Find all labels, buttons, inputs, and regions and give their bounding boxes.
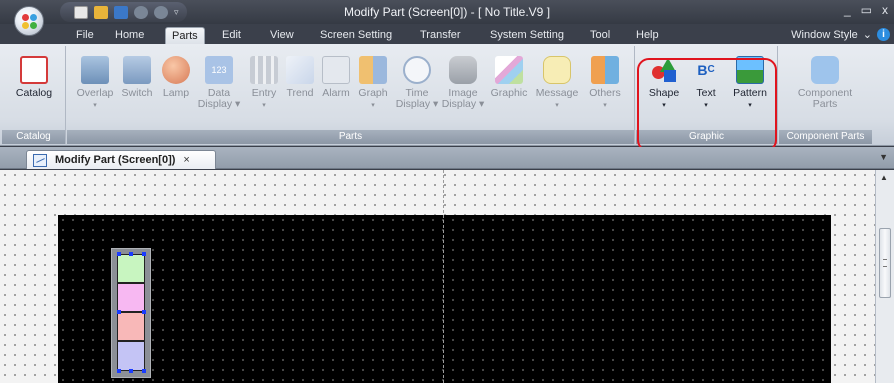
data-display-button[interactable]: 123 Data Display ▾ xyxy=(197,56,241,110)
catalog-button[interactable]: Catalog xyxy=(6,56,62,99)
part-segment-green xyxy=(117,254,145,283)
group-label-component-parts: Component Parts xyxy=(779,130,872,144)
clock-icon xyxy=(403,56,431,84)
resize-handle[interactable] xyxy=(142,252,146,256)
chevron-down-icon: ⌄ xyxy=(862,29,872,41)
tab-screen-setting[interactable]: Screen Setting xyxy=(314,27,398,44)
window-style-label: Window Style xyxy=(791,28,858,41)
overlap-button[interactable]: Overlap ▾ xyxy=(73,56,117,111)
resize-handle[interactable] xyxy=(117,252,121,256)
part-segment-red xyxy=(117,312,145,341)
lamp-button[interactable]: Lamp xyxy=(159,56,193,99)
overlap-icon xyxy=(81,56,109,84)
tab-view[interactable]: View xyxy=(264,27,300,44)
others-button[interactable]: Others ▾ xyxy=(583,56,627,111)
scroll-up-icon[interactable]: ▲ xyxy=(880,173,888,182)
window-title: Modify Part (Screen[0]) - [ No Title.V9 … xyxy=(343,5,551,19)
minimize-button[interactable]: _ xyxy=(844,3,851,17)
group-label-parts: Parts xyxy=(67,130,634,144)
close-button[interactable]: x xyxy=(882,3,888,17)
lamp-icon xyxy=(162,56,190,84)
restore-button[interactable]: ▭ xyxy=(861,3,872,17)
trend-icon xyxy=(286,56,314,84)
tab-overflow-icon[interactable]: ▼ xyxy=(879,152,888,162)
window-controls: _ ▭ x xyxy=(844,3,888,17)
text-icon: BC xyxy=(697,62,715,78)
puzzle-icon xyxy=(811,56,839,84)
text-button[interactable]: BC Text ▾ xyxy=(688,56,724,111)
resize-handle[interactable] xyxy=(117,369,121,373)
catalog-icon xyxy=(20,56,48,84)
graphic-icon xyxy=(495,56,523,84)
ribbon-group-parts: Overlap ▾ Switch Lamp 123 Data Display ▾ E… xyxy=(67,46,635,144)
image-display-button[interactable]: Image Display ▾ xyxy=(441,56,485,110)
tab-home[interactable]: Home xyxy=(109,27,150,44)
application-menu-button[interactable] xyxy=(14,6,44,36)
part-segment-magenta xyxy=(117,283,145,312)
tab-file[interactable]: File xyxy=(70,27,100,44)
title-bar: ▿ Modify Part (Screen[0]) - [ No Title.V… xyxy=(0,0,894,24)
pattern-button[interactable]: Pattern ▾ xyxy=(728,56,772,111)
switch-icon xyxy=(123,56,151,84)
component-parts-button[interactable]: Component Parts xyxy=(787,56,863,110)
window-style-menu[interactable]: Window Style ⌄ i xyxy=(791,28,890,41)
entry-button[interactable]: Entry ▾ xyxy=(247,56,281,111)
scrollbar-thumb[interactable] xyxy=(879,228,891,298)
time-display-button[interactable]: Time Display ▾ xyxy=(393,56,441,110)
alarm-button[interactable]: Alarm xyxy=(319,56,353,99)
part-segment-blue xyxy=(117,341,145,371)
vertical-scrollbar[interactable]: ▲ xyxy=(875,170,894,383)
message-button[interactable]: Message ▾ xyxy=(533,56,581,111)
graph-icon xyxy=(359,56,387,84)
tab-system-setting[interactable]: System Setting xyxy=(484,27,570,44)
group-label-catalog: Catalog xyxy=(2,130,65,144)
tab-tool[interactable]: Tool xyxy=(584,27,616,44)
close-tab-button[interactable]: × xyxy=(183,154,189,166)
ribbon-group-graphic: Shape ▾ BC Text ▾ Pattern ▾ Graphic xyxy=(636,46,778,144)
data-display-icon: 123 xyxy=(205,56,233,84)
picture-icon xyxy=(736,56,764,84)
tab-transfer[interactable]: Transfer xyxy=(414,27,467,44)
trend-button[interactable]: Trend xyxy=(283,56,317,99)
switch-button[interactable]: Switch xyxy=(117,56,157,99)
screen-edit-icon xyxy=(33,153,47,167)
shape-button[interactable]: Shape ▾ xyxy=(644,56,684,111)
doc-tab-label: Modify Part (Screen[0]) xyxy=(55,154,176,166)
tab-edit[interactable]: Edit xyxy=(216,27,247,44)
graphic-button[interactable]: Graphic xyxy=(487,56,531,99)
ribbon-group-catalog: Catalog Catalog xyxy=(2,46,66,144)
shape-icon xyxy=(650,56,678,84)
group-label-graphic: Graphic xyxy=(636,130,777,144)
tab-help[interactable]: Help xyxy=(630,27,665,44)
message-icon xyxy=(543,56,571,84)
alarm-icon xyxy=(322,56,350,84)
document-tab-bar: Modify Part (Screen[0]) × ▼ xyxy=(0,147,894,169)
ribbon-group-component-parts: Component Parts Component Parts xyxy=(779,46,872,144)
screen-canvas[interactable] xyxy=(58,215,831,383)
resize-handle[interactable] xyxy=(142,369,146,373)
ribbon: Catalog Catalog Overlap ▾ Switch Lamp 123… xyxy=(0,44,894,146)
resize-handle[interactable] xyxy=(129,369,133,373)
tab-parts[interactable]: Parts xyxy=(165,27,205,44)
resize-handle[interactable] xyxy=(129,252,133,256)
resize-handle[interactable] xyxy=(142,310,146,314)
ribbon-tab-bar: File Home Parts Edit View Screen Setting… xyxy=(0,24,894,44)
center-guide-line xyxy=(443,170,444,383)
resize-handle[interactable] xyxy=(117,310,121,314)
entry-icon xyxy=(250,56,278,84)
graph-button[interactable]: Graph ▾ xyxy=(355,56,391,111)
info-icon[interactable]: i xyxy=(877,28,890,41)
tab-modify-part-screen[interactable]: Modify Part (Screen[0]) × xyxy=(26,150,216,169)
image-display-icon xyxy=(449,56,477,84)
others-icon xyxy=(591,56,619,84)
